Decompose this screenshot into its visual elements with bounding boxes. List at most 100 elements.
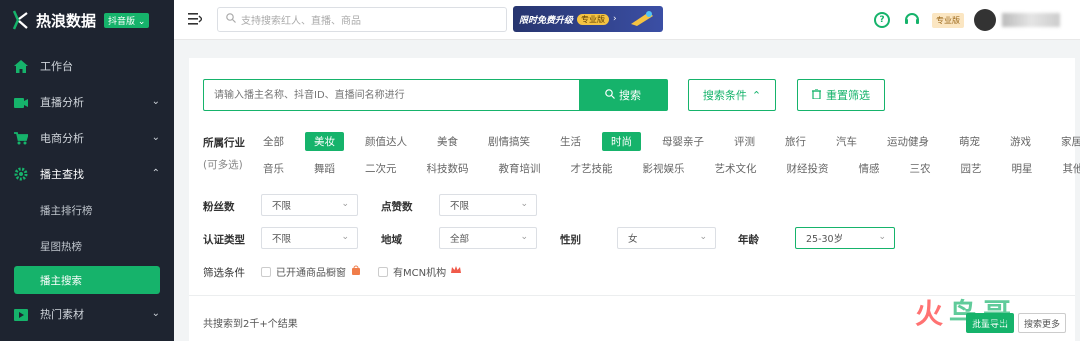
top-bar: 支持搜索红人、直播、商品 限时免费升级 专业版 › ? 专业版	[174, 0, 1080, 40]
industry-row-1: 全部美妆颜值达人美食剧情搞笑生活时尚母婴亲子评测旅行汽车运动健身萌宠游戏家居家装	[254, 132, 1080, 151]
industry-option[interactable]: 影视娱乐	[634, 159, 694, 178]
avatar[interactable]	[974, 9, 996, 31]
chevron-down-icon: ⌄	[520, 199, 528, 209]
chevron-down-icon: ⌄	[151, 96, 160, 107]
rocket-icon	[629, 8, 655, 31]
mcn-label: 有MCN机构	[393, 268, 447, 279]
bag-icon	[351, 265, 361, 278]
version-dropdown[interactable]: 抖音版 ⌄	[104, 12, 150, 28]
sidebar-item-materials[interactable]: 热门素材 ⌄	[0, 296, 174, 332]
checkbox-box	[378, 266, 388, 277]
industry-option[interactable]: 科技数码	[418, 159, 478, 178]
industry-label: 所属行业	[203, 137, 245, 149]
region-label: 地域	[381, 234, 402, 246]
likes-label: 点赞数	[381, 201, 413, 213]
sidebar-item-live[interactable]: 直播分析 ⌄	[0, 84, 174, 120]
industry-hint: (可多选)	[203, 159, 243, 171]
media-icon	[14, 307, 28, 321]
industry-option[interactable]: 时尚	[602, 132, 641, 151]
fans-select[interactable]: 不限 ⌄	[261, 194, 358, 216]
industry-option[interactable]: 才艺技能	[562, 159, 622, 178]
industry-option[interactable]: 萌宠	[950, 132, 989, 151]
chevron-down-icon: ⌄	[151, 132, 160, 143]
industry-option[interactable]: 游戏	[1001, 132, 1040, 151]
sidebar-item-workbench[interactable]: 工作台	[0, 48, 174, 84]
fans-label: 粉丝数	[203, 201, 235, 213]
industry-option[interactable]: 财经投资	[778, 159, 838, 178]
industry-option[interactable]: 美妆	[305, 132, 344, 151]
cert-value: 不限	[272, 234, 292, 245]
app-name: 热浪数据	[36, 11, 97, 30]
industry-option[interactable]: 全部	[254, 132, 293, 151]
reset-filters-button[interactable]: 重置筛选	[797, 79, 885, 111]
industry-option[interactable]: 情感	[850, 159, 889, 178]
headset-icon[interactable]	[904, 11, 920, 30]
mcn-checkbox[interactable]: 有MCN机构	[378, 264, 462, 279]
industry-option[interactable]: 舞蹈	[305, 159, 344, 178]
age-select[interactable]: 25-30岁 ⌄	[795, 227, 895, 249]
region-value: 全部	[450, 234, 470, 245]
storefront-checkbox[interactable]: 已开通商品橱窗	[261, 264, 361, 279]
chevron-right-icon: ›	[613, 14, 617, 24]
industry-option[interactable]: 母婴亲子	[653, 132, 713, 151]
industry-option[interactable]: 生活	[551, 132, 590, 151]
industry-option[interactable]: 明星	[1003, 159, 1042, 178]
watermark-char: 哥	[983, 297, 1018, 330]
sidebar-item-label: 工作台	[40, 60, 73, 73]
chevron-down-icon: ⌄	[151, 308, 160, 319]
sidebar-subitem-ranking[interactable]: 播主排行榜	[0, 192, 174, 228]
conditions-label: 搜索条件	[702, 89, 747, 102]
industry-option[interactable]: 音乐	[254, 159, 293, 178]
search-icon	[226, 13, 236, 26]
top-right-tools: ? 专业版	[874, 0, 1080, 40]
industry-option[interactable]: 二次元	[356, 159, 406, 178]
username-blurred[interactable]	[1002, 13, 1060, 27]
industry-option[interactable]: 旅行	[776, 132, 815, 151]
sidebar-subitem-hotlist[interactable]: 星图热榜	[0, 228, 174, 264]
industry-option[interactable]: 评测	[725, 132, 764, 151]
global-search-input[interactable]: 支持搜索红人、直播、商品	[217, 7, 507, 32]
cart-icon	[14, 131, 28, 145]
industry-option[interactable]: 园艺	[952, 159, 991, 178]
industry-option[interactable]: 其他	[1054, 159, 1080, 178]
search-more-button[interactable]: 搜索更多	[1018, 313, 1066, 333]
age-value: 25-30岁	[806, 234, 844, 245]
upgrade-banner[interactable]: 限时免费升级 专业版 ›	[513, 6, 663, 32]
likes-value: 不限	[450, 201, 470, 212]
video-icon	[14, 95, 28, 109]
industry-option[interactable]: 三农	[901, 159, 940, 178]
likes-select[interactable]: 不限 ⌄	[439, 194, 537, 216]
sidebar-subitem-search[interactable]: 播主搜索	[14, 266, 160, 294]
trash-icon	[812, 87, 821, 102]
gender-select[interactable]: 女 ⌄	[617, 227, 716, 249]
storefront-label: 已开通商品橱窗	[276, 268, 346, 279]
menu-toggle-icon[interactable]	[188, 13, 203, 25]
industry-option[interactable]: 运动健身	[878, 132, 938, 151]
crown-icon	[451, 265, 462, 278]
fans-value: 不限	[272, 201, 292, 212]
cert-select[interactable]: 不限 ⌄	[261, 227, 358, 249]
search-button[interactable]: 搜索	[579, 80, 667, 110]
industry-option[interactable]: 教育培训	[490, 159, 550, 178]
industry-option[interactable]: 美食	[428, 132, 467, 151]
sidebar-item-ecommerce[interactable]: 电商分析 ⌄	[0, 120, 174, 156]
conditions-label: 筛选条件	[203, 267, 245, 279]
help-icon[interactable]: ?	[874, 12, 890, 28]
app-logo[interactable]: 热浪数据 抖音版 ⌄	[0, 0, 174, 40]
industry-option[interactable]: 剧情搞笑	[479, 132, 539, 151]
banner-text: 限时免费升级	[519, 15, 574, 26]
age-label: 年龄	[738, 234, 759, 246]
streamer-search-bar: 搜索	[203, 79, 668, 111]
streamer-search-input[interactable]	[204, 80, 579, 110]
industry-option[interactable]: 家居家装	[1052, 132, 1080, 151]
industry-option[interactable]: 艺术文化	[706, 159, 766, 178]
watermark-char: 火	[915, 297, 950, 330]
chevron-down-icon: ⌄	[699, 232, 707, 242]
region-select[interactable]: 全部 ⌄	[439, 227, 537, 249]
chevron-down-icon: ⌄	[341, 199, 349, 209]
industry-option[interactable]: 颜值达人	[356, 132, 416, 151]
search-conditions-button[interactable]: 搜索条件 ⌃	[688, 79, 776, 111]
sidebar-item-finder[interactable]: 播主查找 ⌃	[0, 156, 174, 192]
watermark: 火鸟哥	[915, 292, 1017, 332]
industry-option[interactable]: 汽车	[827, 132, 866, 151]
